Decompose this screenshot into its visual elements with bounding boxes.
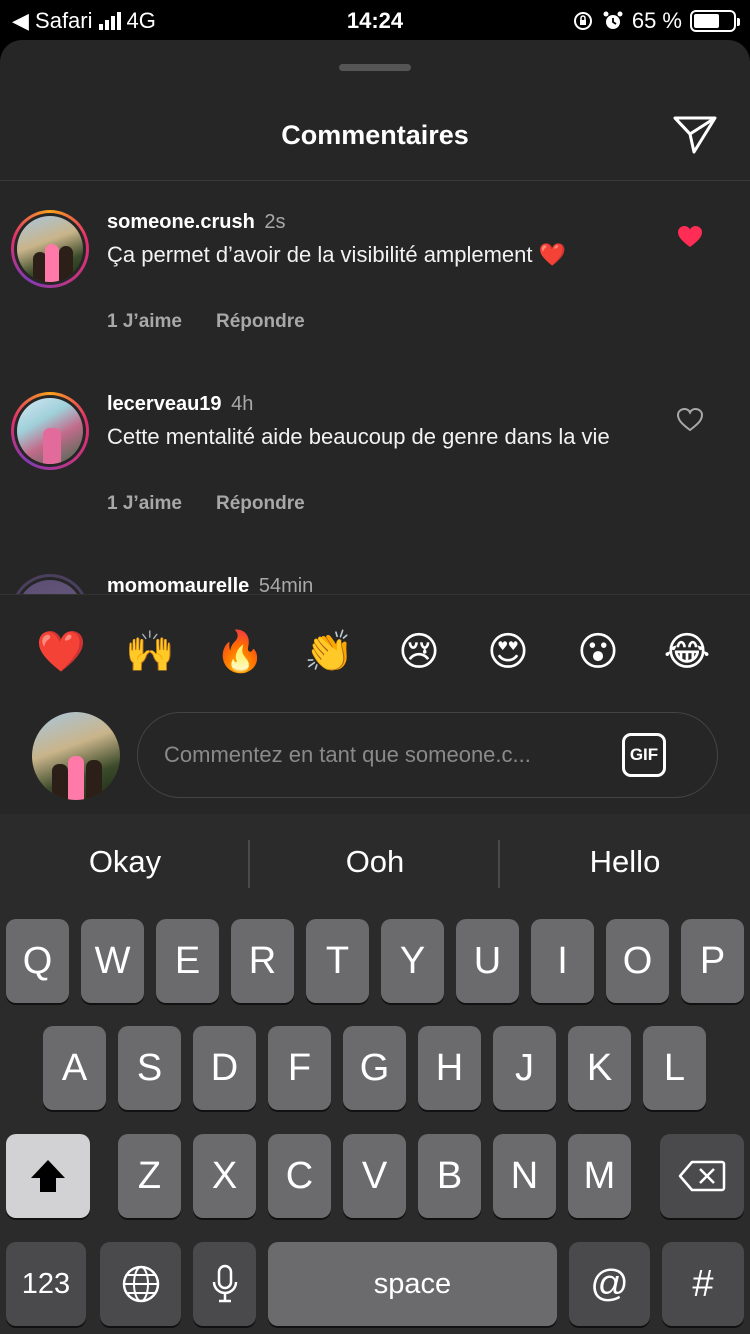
network-type: 4G — [126, 8, 156, 33]
emoji-laughing-button[interactable]: 😂 — [657, 627, 717, 677]
key-z[interactable]: Z — [118, 1134, 181, 1218]
key-y[interactable]: Y — [381, 919, 444, 1003]
emoji-heart-button[interactable]: ❤️ — [31, 627, 91, 677]
keyboard: Okay Ooh Hello Q W E R T Y U I O P A S D… — [0, 814, 750, 1334]
comment-username[interactable]: lecerveau19 — [107, 393, 222, 415]
shift-arrow-icon — [31, 1160, 65, 1192]
suggestion-3[interactable]: Hello — [500, 844, 750, 880]
key-e[interactable]: E — [156, 919, 219, 1003]
battery-percent: 65 % — [631, 8, 682, 33]
reply-button[interactable]: Répondre — [216, 493, 305, 515]
avatar[interactable] — [11, 574, 89, 594]
space-key[interactable]: space — [268, 1242, 557, 1326]
emoji-raised-hands-button[interactable]: 🙌 — [120, 627, 180, 677]
emoji-fire-button[interactable]: 🔥 — [210, 627, 270, 677]
key-h[interactable]: H — [418, 1026, 481, 1110]
sheet-grabber[interactable] — [339, 64, 411, 71]
comment-time: 54min — [258, 575, 314, 594]
comment-username[interactable]: momomaurelle — [107, 575, 249, 594]
share-send-icon[interactable] — [672, 114, 718, 156]
emoji-reaction-bar: ❤️ 🙌 🔥 👏 😢 😍 😮 😂 — [0, 594, 750, 712]
suggestion-2[interactable]: Ooh — [250, 844, 500, 880]
back-to-safari-link[interactable]: ◀ Safari — [12, 8, 93, 34]
liked-heart-icon[interactable] — [677, 225, 703, 249]
shift-key[interactable] — [6, 1134, 90, 1218]
microphone-icon — [212, 1264, 237, 1303]
key-x[interactable]: X — [193, 1134, 256, 1218]
key-g[interactable]: G — [343, 1026, 406, 1110]
key-j[interactable]: J — [493, 1026, 556, 1110]
comment-text: Ça permet d’avoir de la visibilité ample… — [107, 242, 567, 267]
comments-sheet: Commentaires someone.crush 2s Ça permet … — [0, 40, 750, 814]
key-c[interactable]: C — [268, 1134, 331, 1218]
cellular-signal-icon — [98, 12, 121, 30]
key-s[interactable]: S — [118, 1026, 181, 1110]
likes-count[interactable]: 1 J’aime — [107, 493, 182, 515]
predictive-bar: Okay Ooh Hello — [0, 814, 750, 914]
key-f[interactable]: F — [268, 1026, 331, 1110]
numbers-key[interactable]: 123 — [6, 1242, 86, 1326]
emoji-clap-button[interactable]: 👏 — [299, 627, 359, 677]
comment-time: 2s — [264, 211, 286, 233]
key-o[interactable]: O — [606, 919, 669, 1003]
key-i[interactable]: I — [531, 919, 594, 1003]
gif-button[interactable]: GIF — [622, 733, 666, 777]
delete-key[interactable] — [660, 1134, 744, 1218]
comment-text: Cette mentalité aide beaucoup de genre d… — [107, 424, 610, 449]
key-m[interactable]: M — [568, 1134, 631, 1218]
avatar[interactable] — [11, 392, 89, 470]
emoji-crying-button[interactable]: 😢 — [389, 627, 449, 677]
battery-icon — [690, 10, 740, 32]
at-key[interactable]: @ — [569, 1242, 650, 1326]
reply-button[interactable]: Répondre — [216, 311, 305, 333]
backspace-icon — [678, 1160, 726, 1192]
key-d[interactable]: D — [193, 1026, 256, 1110]
heart-outline-icon[interactable] — [677, 408, 703, 432]
key-b[interactable]: B — [418, 1134, 481, 1218]
avatar[interactable] — [11, 210, 89, 288]
key-a[interactable]: A — [43, 1026, 106, 1110]
emoji-surprised-button[interactable]: 😮 — [568, 627, 628, 677]
likes-count[interactable]: 1 J’aime — [107, 311, 182, 333]
key-n[interactable]: N — [493, 1134, 556, 1218]
key-k[interactable]: K — [568, 1026, 631, 1110]
battery-fill — [694, 14, 719, 28]
key-q[interactable]: Q — [6, 919, 69, 1003]
key-v[interactable]: V — [343, 1134, 406, 1218]
emoji-heart-eyes-button[interactable]: 😍 — [478, 627, 538, 677]
comment-username[interactable]: someone.crush — [107, 211, 255, 233]
globe-icon — [122, 1265, 159, 1303]
orientation-lock-icon — [573, 12, 592, 30]
key-w[interactable]: W — [81, 919, 144, 1003]
key-r[interactable]: R — [231, 919, 294, 1003]
comment-time: 4h — [231, 393, 254, 415]
key-p[interactable]: P — [681, 919, 744, 1003]
alarm-icon — [603, 11, 623, 29]
dictation-key[interactable] — [193, 1242, 256, 1326]
key-l[interactable]: L — [643, 1026, 706, 1110]
status-bar: ◀ Safari 4G 14:24 65 % — [0, 0, 750, 40]
suggestion-1[interactable]: Okay — [0, 844, 250, 880]
page-title: Commentaires — [281, 120, 469, 150]
key-t[interactable]: T — [306, 919, 369, 1003]
comment-compose-row: GIF — [0, 712, 750, 814]
key-u[interactable]: U — [456, 919, 519, 1003]
avatar — [32, 712, 120, 800]
globe-key[interactable] — [100, 1242, 181, 1326]
hash-key[interactable]: # — [662, 1242, 744, 1326]
comments-list[interactable]: someone.crush 2s Ça permet d’avoir de la… — [0, 181, 750, 594]
